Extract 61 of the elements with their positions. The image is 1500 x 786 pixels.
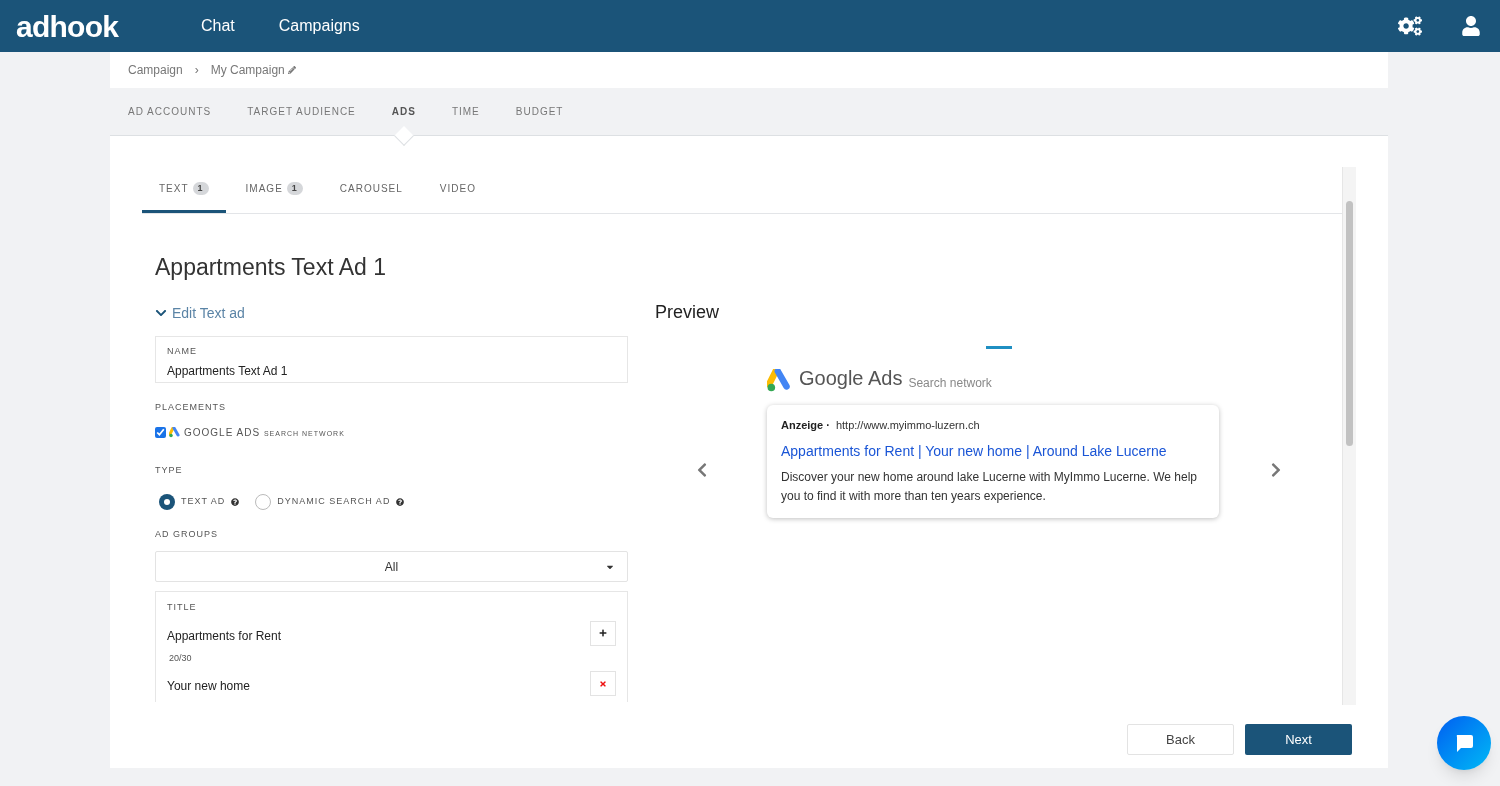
google-ads-logo-icon (767, 368, 793, 393)
close-icon (599, 679, 607, 688)
field-label: NAME (167, 344, 198, 358)
logo[interactable]: adhook (16, 3, 201, 49)
google-ads-logo-icon (169, 427, 181, 438)
section-label: TYPE (155, 464, 184, 477)
step-tab[interactable]: ADS (391, 104, 416, 119)
name-field[interactable]: NAME Appartments Text Ad 1 (155, 335, 628, 383)
add-button[interactable] (590, 620, 616, 646)
preview-heading: Preview (655, 300, 721, 324)
pencil-icon[interactable] (287, 66, 296, 74)
radio-button[interactable] (159, 493, 175, 510)
name-input[interactable]: Appartments Text Ad 1 (167, 362, 616, 380)
scrollbar[interactable] (1342, 167, 1356, 705)
network-label: Search network (908, 374, 992, 392)
count-badge: 1 (192, 181, 209, 196)
chevron-down-icon (155, 307, 167, 319)
back-button[interactable]: Back (1127, 724, 1234, 755)
field-label: TITLE (167, 601, 198, 614)
radio-label: DYNAMIC SEARCH AD (277, 494, 391, 508)
google-ads-wordmark: Google Ads (799, 365, 903, 391)
ad-type-tab[interactable]: VIDEO (422, 167, 493, 213)
ad-headline[interactable]: Appartments for Rent | Your new home | Around Lake Lucerne (781, 441, 1205, 462)
breadcrumb-link[interactable]: Campaign (128, 61, 183, 79)
ad-type-tab[interactable]: TEXT 1 (142, 167, 226, 213)
nav-link[interactable]: Chat (201, 14, 235, 38)
ad-description: Discover your new home around lake Lucerne with MyImmo Lucerne. We help you to find it with more than ten years experience. (781, 469, 1198, 505)
chat-bubble-icon (1454, 733, 1474, 753)
chat-button[interactable] (1437, 716, 1491, 770)
breadcrumb-separator: › (194, 62, 199, 79)
step-tab[interactable]: TARGET AUDIENCE (247, 104, 356, 119)
plus-icon (599, 629, 607, 637)
campaign-name: My Campaign (210, 62, 285, 79)
ad-groups-dropdown[interactable]: All (155, 551, 628, 582)
ad-title: Appartments Text Ad 1 (155, 253, 387, 282)
ad-type-tab[interactable]: IMAGE 1 (228, 167, 320, 213)
section-label: AD GROUPS (155, 527, 219, 541)
carousel-indicator (985, 345, 1012, 349)
step-tab[interactable]: TIME (451, 104, 480, 119)
ad-url: http://www.myimmo-luzern.ch (835, 417, 980, 433)
remove-button[interactable] (590, 671, 616, 696)
count-badge: 1 (286, 181, 303, 196)
title-text: Appartments for Rent (167, 627, 282, 645)
section-label: PLACEMENTS (155, 400, 227, 414)
ad-type-tab[interactable]: CAROUSEL (322, 167, 420, 213)
title-text: Your new home (167, 678, 250, 695)
step-tab[interactable]: AD ACCOUNTS (128, 104, 212, 119)
help-icon[interactable] (231, 497, 240, 506)
user-icon[interactable] (1462, 16, 1480, 36)
edit-toggle[interactable]: Edit Text ad (155, 302, 628, 324)
nav-link[interactable]: Campaigns (278, 14, 360, 38)
chevron-right-icon[interactable] (1269, 462, 1283, 479)
character-count: 20/30 (169, 651, 193, 665)
next-button[interactable]: Next (1245, 724, 1352, 755)
step-tab[interactable]: BUDGET (515, 104, 564, 119)
ad-label: Anzeige · (781, 417, 830, 433)
settings-icon[interactable] (1398, 16, 1422, 36)
placement-checkbox[interactable] (155, 427, 166, 438)
radio-label: TEXT AD (181, 494, 226, 508)
help-icon[interactable] (396, 497, 405, 506)
chevron-left-icon[interactable] (695, 462, 709, 479)
